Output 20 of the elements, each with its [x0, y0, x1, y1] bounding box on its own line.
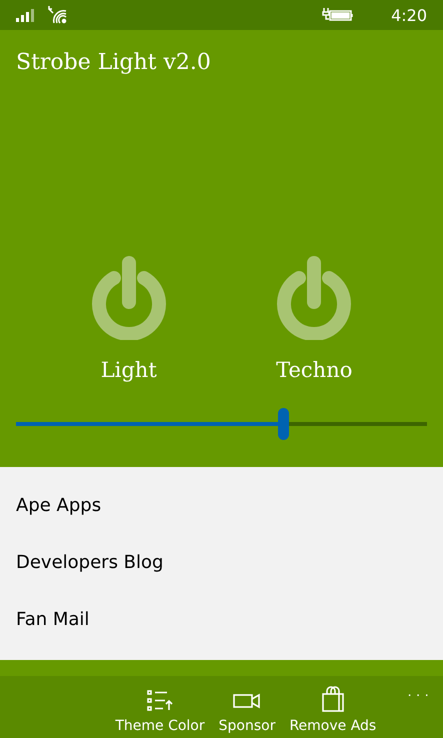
- shopping-bag-icon: [322, 686, 344, 712]
- battery-charging-icon: [321, 7, 356, 23]
- app-title: Strobe Light v2.0: [16, 50, 211, 75]
- power-icon: [275, 256, 354, 340]
- list-icon: [146, 690, 173, 712]
- more-button[interactable]: · · ·: [383, 680, 435, 702]
- menu-link[interactable]: Fan Mail: [0, 591, 106, 648]
- app-bar-button[interactable]: Remove Ads: [282, 680, 384, 734]
- slider-thumb[interactable]: [278, 408, 290, 440]
- signal-icon: [16, 8, 36, 22]
- menu-link[interactable]: Ape Apps: [0, 477, 118, 534]
- status-time: 4:20: [391, 6, 427, 24]
- wifi-icon: [48, 5, 68, 25]
- app-bar-button[interactable]: Theme Color: [108, 680, 212, 734]
- speed-slider[interactable]: [16, 408, 427, 440]
- mode-button[interactable]: Light: [90, 256, 168, 382]
- menu-link[interactable]: Developers Blog: [0, 534, 180, 591]
- app-bar-button[interactable]: Sponsor: [212, 680, 282, 734]
- power-icon: [90, 256, 168, 340]
- mode-button[interactable]: Techno: [275, 256, 354, 382]
